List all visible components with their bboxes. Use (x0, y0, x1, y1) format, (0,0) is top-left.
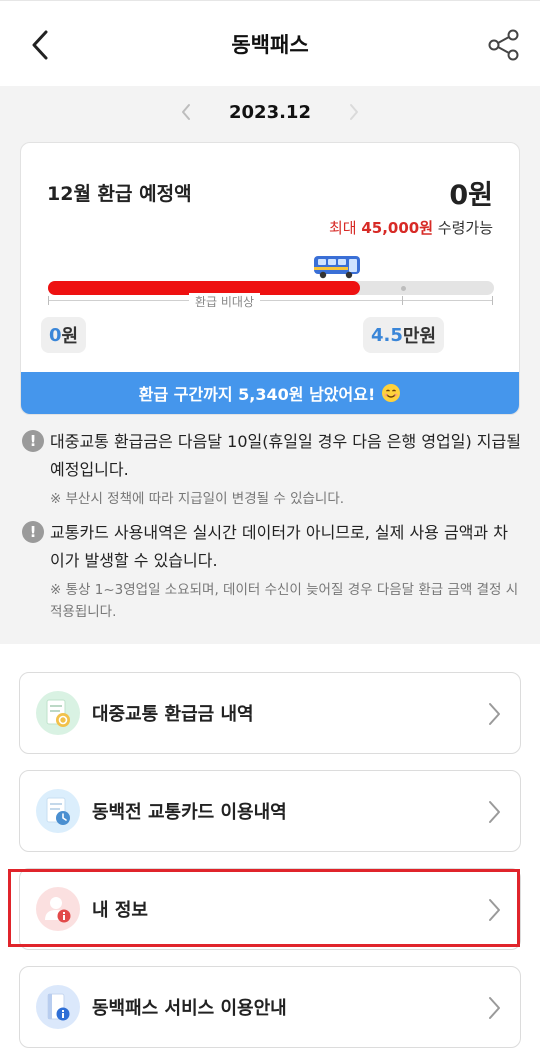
chevron-right-icon (489, 997, 500, 1019)
chevron-left-icon (182, 104, 190, 120)
menu-service-guide[interactable]: 동백패스 서비스 이용안내 (19, 966, 521, 1048)
smile-emoji-icon (382, 384, 401, 402)
notice-sub-text: ※ 통상 1~3영업일 소요되며, 데이터 수신이 늦어질 경우 다음달 환급 … (50, 582, 519, 620)
min-value-pill: 0원 (41, 317, 87, 353)
notice-main-text: 교통카드 사용내역은 실시간 데이터가 아니므로, 실제 사용 금액과 차이가 … (50, 523, 508, 570)
scale-tick-threshold (402, 296, 403, 305)
refund-label: 12월 환급 예정액 (47, 183, 192, 205)
max-refund-text: 최대 45,000원 수령가능 (329, 217, 493, 238)
menu-label: 동백패스 서비스 이용안내 (92, 998, 287, 1019)
next-month-button[interactable] (339, 97, 369, 127)
min-value-number: 0 (49, 324, 62, 346)
max-prefix: 최대 (328, 219, 357, 237)
scale-note: 환급 비대상 (189, 293, 261, 310)
threshold-value-number: 4.5 (371, 324, 403, 346)
max-suffix: 수령가능 (437, 219, 493, 237)
menu-label: 내 정보 (92, 900, 148, 921)
threshold-value-unit: 만원 (402, 326, 437, 347)
chevron-right-icon (489, 703, 500, 725)
max-amount: 45,000원 (361, 219, 434, 237)
chevron-right-icon (349, 104, 358, 120)
month-navigator: 2023.12 (0, 96, 540, 128)
service-guide-icon (36, 985, 80, 1029)
refund-document-icon (36, 691, 80, 735)
share-icon (488, 29, 519, 61)
scale-line (49, 300, 493, 301)
menu-my-info[interactable]: 내 정보 (19, 868, 521, 950)
menu-label: 동백전 교통카드 이용내역 (92, 802, 287, 823)
refund-amount: 0원 (449, 180, 493, 211)
notice-data-delay: ! 교통카드 사용내역은 실시간 데이터가 아니므로, 실제 사용 금액과 차이… (22, 519, 522, 623)
scale-tick-start (48, 296, 49, 305)
refund-progress-bar (48, 281, 494, 295)
min-value-unit: 원 (61, 326, 79, 347)
card-history-icon (36, 789, 80, 833)
notice-sub-text: ※ 부산시 정책에 따라 지급일이 변경될 수 있습니다. (50, 491, 345, 507)
notice-main-text: 대중교통 환급금은 다음달 10일(휴일일 경우 다음 은행 영업일) 지급될 … (50, 432, 521, 479)
share-button[interactable] (484, 25, 524, 65)
top-bar: 동백패스 (0, 0, 540, 86)
threshold-value-pill: 4.5 만원 (363, 317, 445, 353)
bus-icon (314, 256, 360, 279)
chevron-right-icon (489, 801, 500, 823)
exclamation-icon: ! (22, 430, 44, 452)
menu-label: 대중교통 환급금 내역 (92, 704, 254, 725)
remaining-banner: 환급 구간까지 5,340원 남았어요! (21, 372, 519, 414)
refund-card: 12월 환급 예정액 0원 최대 45,000원 수령가능 환급 비대상 0원 … (20, 142, 520, 415)
notice-payment-date: ! 대중교통 환급금은 다음달 10일(휴일일 경우 다음 은행 영업일) 지급… (22, 428, 522, 510)
month-label: 2023.12 (229, 101, 311, 123)
exclamation-icon: ! (22, 521, 44, 543)
user-info-icon (36, 887, 80, 931)
menu-card-history[interactable]: 동백전 교통카드 이용내역 (19, 770, 521, 852)
chevron-right-icon (489, 899, 500, 921)
threshold-dot (401, 286, 406, 291)
page-title: 동백패스 (231, 33, 309, 57)
menu-refund-history[interactable]: 대중교통 환급금 내역 (19, 672, 521, 754)
remaining-text: 환급 구간까지 5,340원 남았어요! (138, 385, 376, 404)
scale-tick-end (492, 296, 493, 305)
prev-month-button[interactable] (171, 97, 201, 127)
